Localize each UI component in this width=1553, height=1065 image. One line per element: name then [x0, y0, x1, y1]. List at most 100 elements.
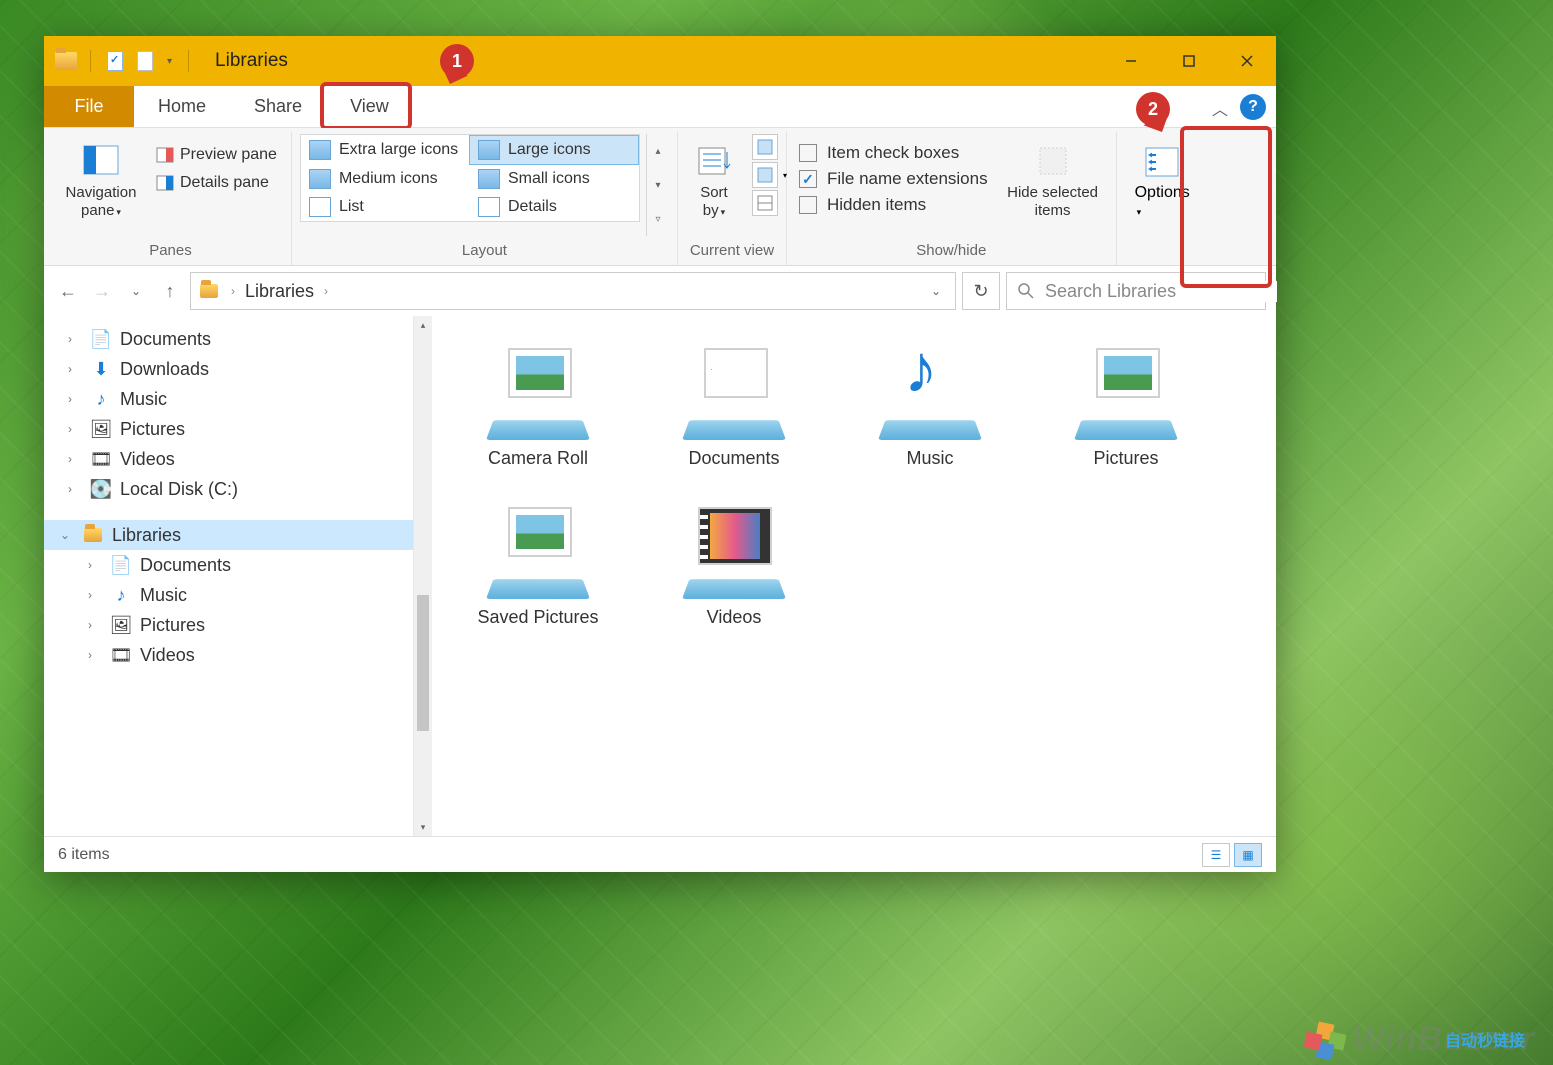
hide-selected-button: Hide selected items [998, 134, 1108, 224]
address-folder-icon [197, 279, 221, 303]
tab-file[interactable]: File [44, 86, 134, 127]
thumbnails-view-button[interactable]: ▦ [1234, 843, 1262, 867]
search-icon [1017, 282, 1035, 300]
address-history-dropdown[interactable]: ⌄ [923, 284, 949, 298]
window-title: Libraries [215, 50, 288, 72]
details-pane-button[interactable]: Details pane [150, 170, 283, 196]
preview-pane-icon [156, 146, 174, 164]
document-icon: 📄 [90, 328, 112, 350]
tab-share[interactable]: Share [230, 86, 326, 127]
nav-forward-button: → [88, 277, 116, 305]
file-name-extensions-toggle[interactable]: ✓File name extensions [799, 166, 988, 192]
layout-medium-icons[interactable]: Medium icons [301, 165, 470, 193]
item-saved-pictures[interactable]: Saved Pictures [440, 499, 636, 628]
layout-scroll-up[interactable]: ▴ [647, 134, 669, 168]
preview-pane-button[interactable]: Preview pane [150, 142, 283, 168]
nav-back-button[interactable]: ← [54, 277, 82, 305]
library-doc-icon: 📄 [110, 554, 132, 576]
refresh-button[interactable]: ↻ [962, 272, 1000, 310]
group-by-button[interactable]: ▾ [752, 162, 778, 188]
tree-scrollbar[interactable]: ▴ ▾ [414, 316, 432, 836]
content-pane: Camera Roll Documents Music Pictures Sav… [432, 316, 1276, 836]
status-bar: 6 items ☰ ▦ [44, 836, 1276, 872]
breadcrumb-libraries[interactable]: Libraries [245, 281, 314, 302]
app-folder-icon [54, 49, 78, 73]
item-count: 6 items [58, 846, 110, 864]
annotation-badge-1: 1 [440, 44, 474, 78]
library-music-icon: ♪ [110, 584, 132, 606]
layout-details[interactable]: Details [470, 193, 639, 221]
video-icon: 🎞 [90, 448, 112, 470]
tab-home[interactable]: Home [134, 86, 230, 127]
ribbon-group-show-hide: Item check boxes ✓File name extensions H… [787, 132, 1117, 265]
close-button[interactable] [1218, 36, 1276, 86]
size-columns-button[interactable] [752, 190, 778, 216]
tab-view[interactable]: View [326, 86, 413, 127]
layout-scroll-down[interactable]: ▾ [647, 168, 669, 202]
tree-item-lib-pictures[interactable]: ›🖼Pictures [44, 610, 413, 640]
item-camera-roll[interactable]: Camera Roll [440, 340, 636, 469]
ribbon-tabs: File Home Share View ︿ ? [44, 86, 1276, 128]
tree-item-downloads[interactable]: ›⬇Downloads [44, 354, 413, 384]
tree-item-documents[interactable]: ›📄Documents [44, 324, 413, 354]
tree-item-lib-documents[interactable]: ›📄Documents [44, 550, 413, 580]
navigation-tree: ›📄Documents ›⬇Downloads ›♪Music ›🖼Pictur… [44, 316, 414, 836]
search-box[interactable] [1006, 272, 1266, 310]
add-columns-button[interactable] [752, 134, 778, 160]
help-button[interactable]: ? [1240, 94, 1266, 120]
nav-history-dropdown[interactable]: ⌄ [122, 277, 150, 305]
layout-small-icons[interactable]: Small icons [470, 165, 639, 193]
item-pictures[interactable]: Pictures [1028, 340, 1224, 469]
details-view-button[interactable]: ☰ [1202, 843, 1230, 867]
tree-item-lib-videos[interactable]: ›🎞Videos [44, 640, 413, 670]
tree-item-music[interactable]: ›♪Music [44, 384, 413, 414]
ribbon-view: Navigation pane▾ Preview pane Details pa… [44, 128, 1276, 266]
qat-newfolder-icon[interactable] [133, 49, 157, 73]
tree-item-local-disk[interactable]: ›💽Local Disk (C:) [44, 474, 413, 504]
nav-row: ← → ⌄ ↑ › Libraries › ⌄ ↻ [44, 266, 1276, 316]
picture-icon: 🖼 [90, 418, 112, 440]
layout-extra-large-icons[interactable]: Extra large icons [301, 135, 469, 165]
titlebar: ▾ Libraries [44, 36, 1276, 86]
body: ›📄Documents ›⬇Downloads ›♪Music ›🖼Pictur… [44, 316, 1276, 836]
chevron-right-icon[interactable]: › [320, 284, 332, 298]
hidden-items-toggle[interactable]: Hidden items [799, 192, 988, 218]
tree-item-videos[interactable]: ›🎞Videos [44, 444, 413, 474]
explorer-window: ▾ Libraries File Home Share View ︿ ? 1 N… [44, 36, 1276, 872]
ribbon-group-options: Options▾ [1117, 132, 1208, 265]
tree-item-libraries[interactable]: ⌄Libraries [44, 520, 413, 550]
minimize-button[interactable] [1102, 36, 1160, 86]
annotation-badge-2: 2 [1136, 92, 1170, 126]
maximize-button[interactable] [1160, 36, 1218, 86]
qat-customize-dropdown[interactable]: ▾ [163, 56, 176, 67]
layout-large-icons[interactable]: Large icons [469, 135, 639, 165]
ribbon-group-layout: Extra large icons Large icons Medium ico… [292, 132, 678, 265]
details-pane-icon [156, 174, 174, 192]
item-documents[interactable]: Documents [636, 340, 832, 469]
download-icon: ⬇ [90, 358, 112, 380]
nav-up-button[interactable]: ↑ [156, 277, 184, 305]
layout-list[interactable]: List [301, 193, 470, 221]
chevron-right-icon[interactable]: › [227, 284, 239, 298]
item-check-boxes-toggle[interactable]: Item check boxes [799, 140, 988, 166]
qat-properties-icon[interactable] [103, 49, 127, 73]
options-button[interactable]: Options▾ [1125, 134, 1200, 226]
navigation-pane-button[interactable]: Navigation pane▾ [58, 134, 144, 224]
ribbon-group-panes: Navigation pane▾ Preview pane Details pa… [50, 132, 292, 265]
tree-item-pictures[interactable]: ›🖼Pictures [44, 414, 413, 444]
library-video-icon: 🎞 [110, 644, 132, 666]
collapse-ribbon-chevron-icon[interactable]: ︿ [1212, 96, 1228, 120]
music-icon: ♪ [90, 388, 112, 410]
tree-item-lib-music[interactable]: ›♪Music [44, 580, 413, 610]
search-input[interactable] [1045, 281, 1277, 302]
layout-expand[interactable]: ▿ [647, 202, 669, 236]
library-pic-icon: 🖼 [110, 614, 132, 636]
item-music[interactable]: Music [832, 340, 1028, 469]
libraries-icon [82, 524, 104, 546]
sort-by-button[interactable]: Sort by▾ [686, 134, 742, 224]
item-videos[interactable]: Videos [636, 499, 832, 628]
watermark-logo-icon [1307, 1023, 1347, 1059]
address-bar[interactable]: › Libraries › ⌄ [190, 272, 956, 310]
chinese-watermark: 自动秒链接 [1445, 1027, 1525, 1051]
drive-icon: 💽 [90, 478, 112, 500]
